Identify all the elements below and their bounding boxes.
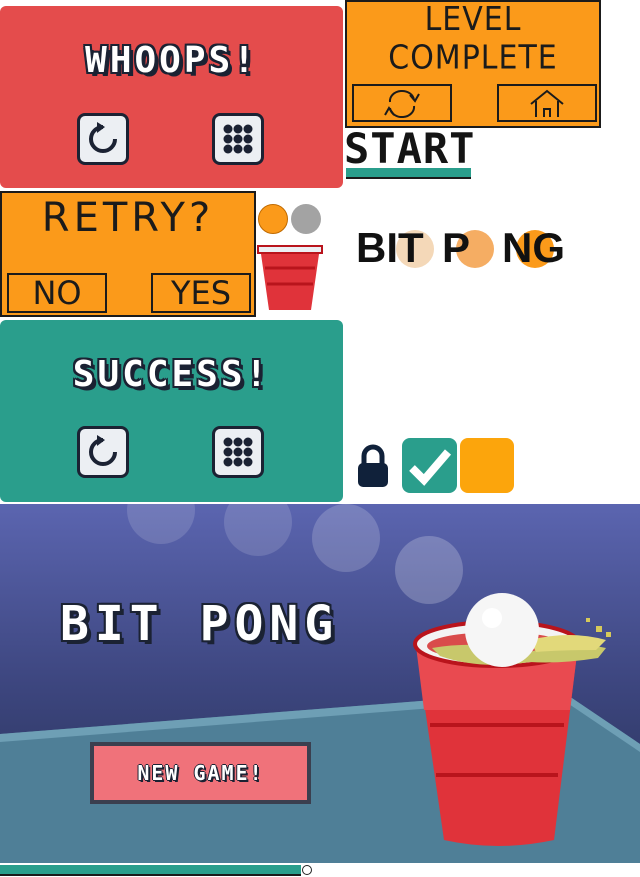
retry-arrow-icon xyxy=(89,435,117,466)
grid-menu-icon xyxy=(223,124,253,154)
lock-icon xyxy=(358,444,388,487)
retry-title: RETRY? xyxy=(41,195,215,241)
level-open-tile[interactable] xyxy=(460,438,514,493)
retry-button[interactable] xyxy=(77,113,129,165)
grid-menu-icon xyxy=(223,437,253,467)
title-screen-title: BIT PONG xyxy=(60,596,340,652)
logo-ng: NG xyxy=(502,224,565,271)
progress-knob[interactable] xyxy=(302,865,312,875)
red-cup-sprite xyxy=(257,245,323,310)
refresh-sketch-icon xyxy=(384,90,420,118)
level-complete-title: LEVEL COMPLETE xyxy=(388,0,558,78)
retry-button-success[interactable] xyxy=(77,426,129,478)
level-complete-sheet: LEVEL COMPLETE xyxy=(345,0,601,128)
start-underline-bar xyxy=(346,168,471,179)
level-select-button[interactable] xyxy=(212,113,264,165)
progress-fill xyxy=(0,865,301,876)
retry-sheet: RETRY? NO YES xyxy=(0,191,256,317)
logo-p: P xyxy=(442,224,471,271)
success-panel: SUCCESS! xyxy=(0,320,343,502)
big-cup-illustration xyxy=(413,593,611,846)
retry-arrow-icon xyxy=(89,122,117,153)
no-button[interactable]: NO xyxy=(7,273,107,313)
home-sketch-icon xyxy=(530,89,564,117)
new-game-button[interactable]: NEW GAME! xyxy=(90,742,311,804)
checkmark-icon xyxy=(409,449,452,486)
level-completed-tile[interactable] xyxy=(402,438,457,493)
yes-button[interactable]: YES xyxy=(151,273,251,313)
success-title: SUCCESS! xyxy=(72,354,271,395)
progress-track xyxy=(0,865,640,877)
level-select-button-success[interactable] xyxy=(212,426,264,478)
whoops-panel: WHOOPS! xyxy=(0,6,343,188)
replay-sketch-button[interactable] xyxy=(352,84,452,122)
new-game-label: NEW GAME! xyxy=(137,761,264,785)
logo-bit: BIT xyxy=(356,224,424,271)
ball-orange-sprite xyxy=(258,204,288,234)
title-screen: BIT PONG NEW GAME! xyxy=(0,504,640,863)
whoops-title: WHOOPS! xyxy=(85,40,258,81)
start-label[interactable]: START xyxy=(344,124,475,173)
home-sketch-button[interactable] xyxy=(497,84,597,122)
ball-grey-sprite xyxy=(291,204,321,234)
bitpong-small-logo: BIT P NG xyxy=(356,224,576,274)
